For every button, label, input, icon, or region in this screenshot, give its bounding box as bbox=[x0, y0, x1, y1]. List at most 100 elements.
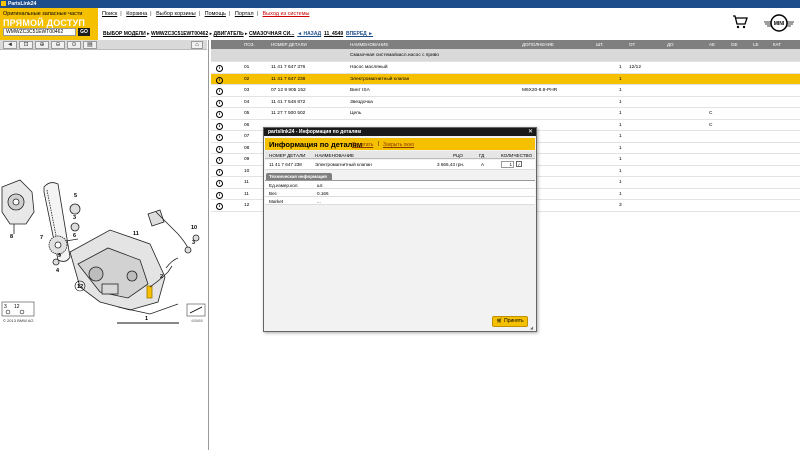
cell-pos: 09 bbox=[244, 157, 250, 162]
nav-cart-select[interactable]: Выбор корзины bbox=[156, 11, 196, 17]
breadcrumb-model[interactable]: ВЫБОР МОДЕЛИ bbox=[103, 31, 146, 37]
zoom-in-icon[interactable]: ⊕ bbox=[35, 41, 49, 49]
col-name[interactable]: НАИМЕНОВАНИЕ bbox=[350, 42, 388, 47]
cell-qty: 1 bbox=[619, 134, 622, 139]
part-info-icon[interactable]: i bbox=[216, 168, 223, 176]
col-cat[interactable]: КАТ bbox=[773, 42, 781, 47]
part-info-icon[interactable]: i bbox=[216, 76, 223, 84]
nav-help[interactable]: Помощь bbox=[205, 11, 226, 17]
nav-portal[interactable]: Портал bbox=[235, 11, 254, 17]
apply-button[interactable]: 🛒︎ Принять bbox=[492, 316, 528, 327]
part-info-icon[interactable]: i bbox=[216, 111, 223, 118]
tech-value: ... bbox=[317, 198, 321, 204]
cell-name: Винт ISA bbox=[350, 88, 370, 93]
part-info-icon[interactable]: i bbox=[216, 122, 223, 130]
svg-text:3: 3 bbox=[192, 240, 195, 246]
part-info-icon[interactable]: i bbox=[216, 191, 223, 199]
car-icon[interactable]: ⌂ bbox=[191, 41, 203, 49]
col-from[interactable]: ОТ bbox=[629, 42, 635, 47]
nav-cart[interactable]: Корзина bbox=[126, 11, 147, 17]
col-qty[interactable]: ШТ. bbox=[596, 42, 604, 47]
dialog-titlebar[interactable]: partslink24 - Информация по деталям ✕ bbox=[264, 128, 536, 136]
part-info-icon[interactable]: i bbox=[216, 203, 223, 210]
table-row[interactable]: i 03 07 12 9 905 152 Винт ISA M6X20-8.8-PHR 1 bbox=[211, 85, 800, 97]
close-window-link[interactable]: Закрыть окно bbox=[383, 142, 414, 148]
cell-pos: 05 bbox=[244, 111, 250, 116]
dialog-heading: Информация по деталям bbox=[269, 140, 363, 149]
nav-search[interactable]: Поиск bbox=[102, 11, 117, 17]
add-to-cart-checkbox[interactable]: ✓ bbox=[516, 161, 522, 167]
breadcrumb-group[interactable]: ДВИГАТЕЛЬ bbox=[214, 31, 244, 37]
part-info-dialog: partslink24 - Информация по деталям ✕ Ин… bbox=[263, 127, 537, 332]
cell-qty: 1 bbox=[619, 122, 622, 128]
cart-icon: 🛒︎ bbox=[496, 318, 503, 324]
col-ae[interactable]: АЕ bbox=[709, 42, 715, 47]
table-row[interactable]: i 04 11 41 7 548 872 Звездочка 1 bbox=[211, 96, 800, 108]
part-info-icon[interactable]: i bbox=[216, 134, 223, 141]
part-info-icon[interactable]: i bbox=[216, 157, 223, 164]
panel-divider[interactable] bbox=[208, 40, 209, 450]
cell-name: Электромагнитный клапан bbox=[350, 76, 410, 82]
col-part-number[interactable]: НОМЕР ДЕТАЛИ bbox=[271, 42, 307, 47]
part-info-icon[interactable]: i bbox=[216, 65, 223, 72]
cell-from: 12/12 bbox=[629, 65, 642, 70]
resize-grip-icon[interactable]: ◢ bbox=[530, 325, 535, 330]
table-row[interactable]: i 05 11 27 7 500 502 Цепь 1 C bbox=[211, 108, 800, 120]
zoom-reset-icon[interactable]: ⊙ bbox=[67, 41, 81, 49]
dialog-part-name: Электромагнитный клапан bbox=[315, 162, 372, 167]
part-info-icon[interactable]: i bbox=[216, 145, 223, 153]
copyright-text: © 2013 BMW AG bbox=[3, 318, 34, 323]
cell-part-number[interactable]: 11 41 7 647 376 bbox=[271, 65, 305, 70]
tech-label: Market bbox=[269, 198, 284, 204]
exploded-parts-diagram[interactable]: 8 7 5 3 6 9 4 11 10 3 1 2 12 3 12 405655 bbox=[0, 52, 207, 332]
svg-text:12: 12 bbox=[14, 304, 20, 310]
table-row[interactable]: i 02 11 41 7 647 238 Электромагнитный клапа… bbox=[211, 73, 800, 85]
svg-text:6: 6 bbox=[73, 233, 76, 239]
col-pos[interactable]: ПОЗ. bbox=[244, 42, 255, 47]
zoom-fit-icon[interactable]: ⊡ bbox=[19, 41, 33, 49]
cell-name: Насос масляный bbox=[350, 65, 388, 70]
cell-extra: M6X20-8.8-PHR bbox=[522, 88, 558, 93]
forward-link[interactable]: ВПЕРЕД ► bbox=[346, 31, 373, 37]
mini-logo-icon: MINI bbox=[764, 14, 794, 32]
breadcrumb: ВЫБОР МОДЕЛИ ▸ WMWZC3C51EWT00462 ▸ ДВИГА… bbox=[103, 31, 374, 37]
cell-pos: 12 bbox=[244, 203, 250, 208]
go-button[interactable]: GO bbox=[78, 28, 90, 36]
cell-qty: 1 bbox=[619, 180, 622, 185]
part-info-icon[interactable]: i bbox=[216, 99, 223, 107]
dialog-part-number: 11 41 7 647 238 bbox=[269, 162, 302, 167]
print-link[interactable]: Печатать bbox=[352, 142, 373, 148]
print-icon[interactable]: ▤ bbox=[83, 41, 97, 49]
zoom-out-icon[interactable]: ⊖ bbox=[51, 41, 65, 49]
cell-qty: 1 bbox=[619, 191, 622, 197]
cell-qty: 1 bbox=[619, 65, 622, 70]
tech-label: Вес bbox=[269, 190, 277, 196]
part-info-icon[interactable]: i bbox=[216, 180, 223, 187]
breadcrumb-subgroup[interactable]: СМАЗОЧНАЯ СИ... bbox=[249, 31, 294, 37]
cell-part-number[interactable]: 11 27 7 500 502 bbox=[271, 111, 305, 116]
dialog-part-price: 3 666,43 грн. bbox=[437, 162, 465, 167]
cart-icon[interactable] bbox=[732, 15, 748, 29]
svg-text:1: 1 bbox=[145, 316, 148, 322]
col-to[interactable]: ДО bbox=[667, 42, 674, 47]
vin-search-input[interactable] bbox=[3, 28, 76, 36]
col-ge[interactable]: GE bbox=[731, 42, 738, 47]
part-info-icon[interactable]: i bbox=[216, 88, 223, 95]
svg-text:5: 5 bbox=[74, 193, 77, 199]
cell-pos: 11 bbox=[244, 191, 249, 197]
svg-text:2: 2 bbox=[160, 274, 163, 280]
quantity-field[interactable]: 1 bbox=[501, 161, 514, 168]
col-extra[interactable]: ДОПОЛНЕНИЕ bbox=[522, 42, 554, 47]
cell-part-number[interactable]: 11 41 7 548 872 bbox=[271, 100, 305, 105]
cell-part-number[interactable]: 07 12 9 905 152 bbox=[271, 88, 306, 93]
tech-info-tab[interactable]: Техническая информация bbox=[266, 173, 332, 180]
diagram-prev-button[interactable]: ◄ bbox=[3, 41, 17, 49]
nav-logout[interactable]: Выход из системы bbox=[263, 11, 310, 17]
cell-ae: C bbox=[709, 122, 713, 128]
dialog-close-icon[interactable]: ✕ bbox=[528, 128, 533, 136]
back-link[interactable]: ◄ НАЗАД bbox=[297, 31, 321, 37]
breadcrumb-vin[interactable]: WMWZC3C51EWT00462 bbox=[151, 31, 208, 37]
table-row[interactable]: i 01 11 41 7 647 376 Насос масляный 1 12/12 bbox=[211, 62, 800, 74]
col-le[interactable]: LE bbox=[753, 42, 759, 47]
cell-part-number[interactable]: 11 41 7 647 238 bbox=[271, 77, 305, 82]
